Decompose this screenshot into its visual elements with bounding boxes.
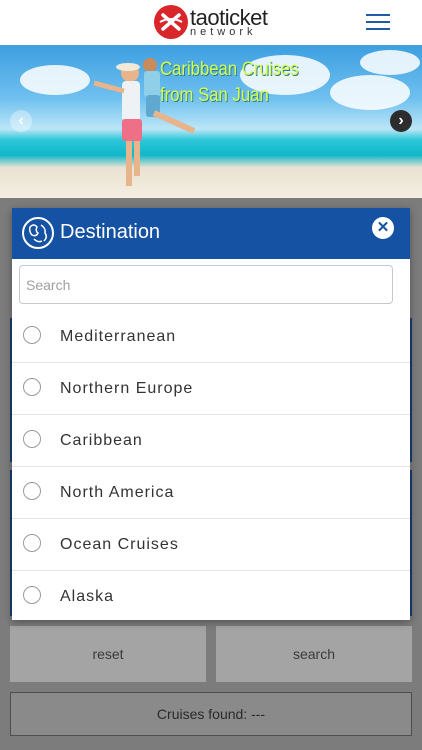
banner-title-line-1: Caribbean Cruises (160, 59, 299, 80)
radio-button-icon[interactable] (23, 325, 41, 344)
taoticket-logo[interactable]: taoticket network (154, 5, 268, 39)
search-button[interactable]: search (216, 626, 412, 682)
globe-icon (22, 217, 54, 249)
logo-tagline: network (190, 25, 257, 38)
destination-option-northern-europe[interactable]: Northern Europe (12, 363, 410, 415)
destination-modal: Destination ✕ Mediterranean Northern Eur… (12, 208, 410, 620)
option-label: Caribbean (60, 431, 143, 449)
banner-title-line-2: from San Juan (160, 85, 269, 106)
app-header: taoticket network (0, 0, 422, 45)
option-label: Mediterranean (60, 327, 177, 345)
destination-option-caribbean[interactable]: Caribbean (12, 415, 410, 467)
option-label: North America (60, 483, 175, 501)
radio-button-icon[interactable] (23, 533, 41, 552)
radio-button-icon[interactable] (23, 585, 41, 604)
destination-list: Mediterranean Northern Europe Caribbean … (12, 311, 410, 620)
radio-button-icon[interactable] (23, 377, 41, 396)
hamburger-menu-icon[interactable] (366, 14, 390, 32)
logo-mark-icon (154, 5, 188, 39)
option-label: Ocean Cruises (60, 535, 179, 553)
option-label: Northern Europe (60, 379, 194, 397)
radio-button-icon[interactable] (23, 481, 41, 500)
cruises-found-status: Cruises found: --- (10, 692, 412, 736)
hero-banner: Caribbean Cruises from San Juan ‹ › (0, 45, 422, 198)
modal-title: Destination (60, 221, 161, 243)
destination-option-mediterranean[interactable]: Mediterranean (12, 311, 410, 363)
search-input[interactable] (19, 265, 393, 304)
chevron-left-icon[interactable]: ‹ (10, 110, 32, 132)
chevron-right-icon[interactable]: › (390, 110, 412, 132)
close-icon[interactable]: ✕ (372, 217, 394, 239)
radio-button-icon[interactable] (23, 429, 41, 448)
banner-title: Caribbean Cruises from San Juan (160, 57, 298, 109)
destination-option-north-america[interactable]: North America (12, 467, 410, 519)
reset-button[interactable]: reset (10, 626, 206, 682)
destination-option-alaska[interactable]: Alaska (12, 571, 410, 620)
option-label: Alaska (60, 587, 115, 605)
destination-option-ocean-cruises[interactable]: Ocean Cruises (12, 519, 410, 571)
modal-header: Destination ✕ (12, 208, 410, 259)
